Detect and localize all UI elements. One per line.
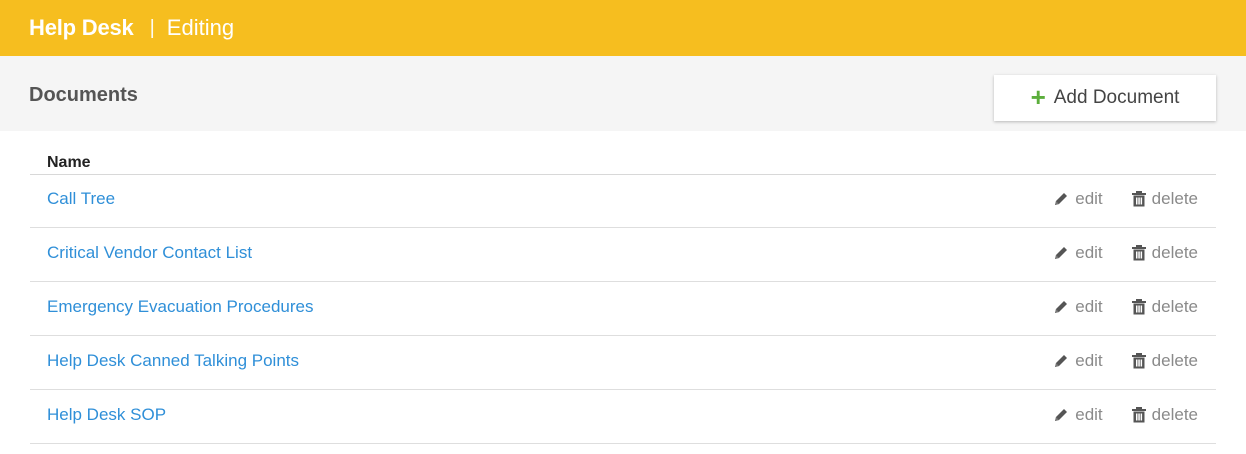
pencil-icon	[1055, 408, 1068, 421]
plus-icon: +	[1030, 82, 1046, 112]
delete-label: delete	[1151, 296, 1198, 316]
app-title[interactable]: Help Desk	[29, 15, 134, 41]
section-toolbar: Documents + Add Document	[0, 56, 1246, 131]
section-title: Documents	[29, 84, 138, 106]
column-header-name: Name	[30, 150, 1216, 175]
add-document-button[interactable]: + Add Document	[994, 75, 1216, 121]
trash-icon	[1131, 191, 1146, 207]
edit-button[interactable]: edit	[1052, 350, 1103, 371]
edit-button[interactable]: edit	[1052, 242, 1103, 263]
trash-icon	[1131, 352, 1146, 368]
row-actions: edit delete	[1052, 189, 1198, 211]
pencil-icon	[1055, 193, 1068, 205]
title-separator: |	[149, 16, 155, 39]
pencil-icon	[1055, 300, 1068, 313]
row-actions: edit delete	[1052, 242, 1198, 265]
table-row: Emergency Evacuation Procedures edit del…	[30, 282, 1216, 336]
top-header-bar: Help Desk | Editing	[0, 0, 1246, 56]
delete-button[interactable]: delete	[1131, 405, 1198, 425]
edit-label: edit	[1075, 296, 1103, 316]
delete-label: delete	[1151, 189, 1198, 208]
edit-label: edit	[1075, 350, 1103, 370]
document-link[interactable]: Emergency Evacuation Procedures	[30, 297, 313, 317]
table-row: Critical Vendor Contact List edit delete	[30, 228, 1216, 282]
edit-button[interactable]: edit	[1052, 189, 1103, 209]
row-actions: edit delete	[1052, 350, 1198, 373]
edit-label: edit	[1075, 404, 1103, 424]
delete-button[interactable]: delete	[1131, 189, 1198, 209]
pencil-icon	[1055, 354, 1068, 367]
table-row: Call Tree edit delete	[30, 175, 1216, 228]
delete-label: delete	[1151, 350, 1198, 370]
document-link[interactable]: Help Desk Canned Talking Points	[30, 351, 299, 371]
trash-icon	[1131, 298, 1146, 314]
edit-button[interactable]: edit	[1052, 404, 1103, 425]
edit-label: edit	[1075, 189, 1103, 208]
delete-label: delete	[1151, 404, 1198, 424]
delete-button[interactable]: delete	[1131, 243, 1198, 263]
table-row: Help Desk SOP edit delete	[30, 390, 1216, 444]
documents-table: Name Call Tree edit delete Critical Vend…	[30, 150, 1216, 444]
edit-label: edit	[1075, 242, 1103, 262]
edit-button[interactable]: edit	[1052, 296, 1103, 317]
document-link[interactable]: Call Tree	[30, 189, 115, 209]
add-document-label: Add Document	[1053, 87, 1180, 108]
delete-button[interactable]: delete	[1131, 351, 1198, 371]
row-actions: edit delete	[1052, 296, 1198, 319]
row-actions: edit delete	[1052, 404, 1198, 427]
table-row: Help Desk Canned Talking Points edit del…	[30, 336, 1216, 390]
delete-button[interactable]: delete	[1131, 297, 1198, 317]
pencil-icon	[1055, 246, 1068, 259]
document-link[interactable]: Help Desk SOP	[30, 405, 166, 425]
delete-label: delete	[1151, 242, 1198, 262]
trash-icon	[1131, 406, 1146, 422]
mode-label: Editing	[166, 15, 235, 40]
trash-icon	[1131, 244, 1146, 260]
document-link[interactable]: Critical Vendor Contact List	[30, 243, 252, 263]
